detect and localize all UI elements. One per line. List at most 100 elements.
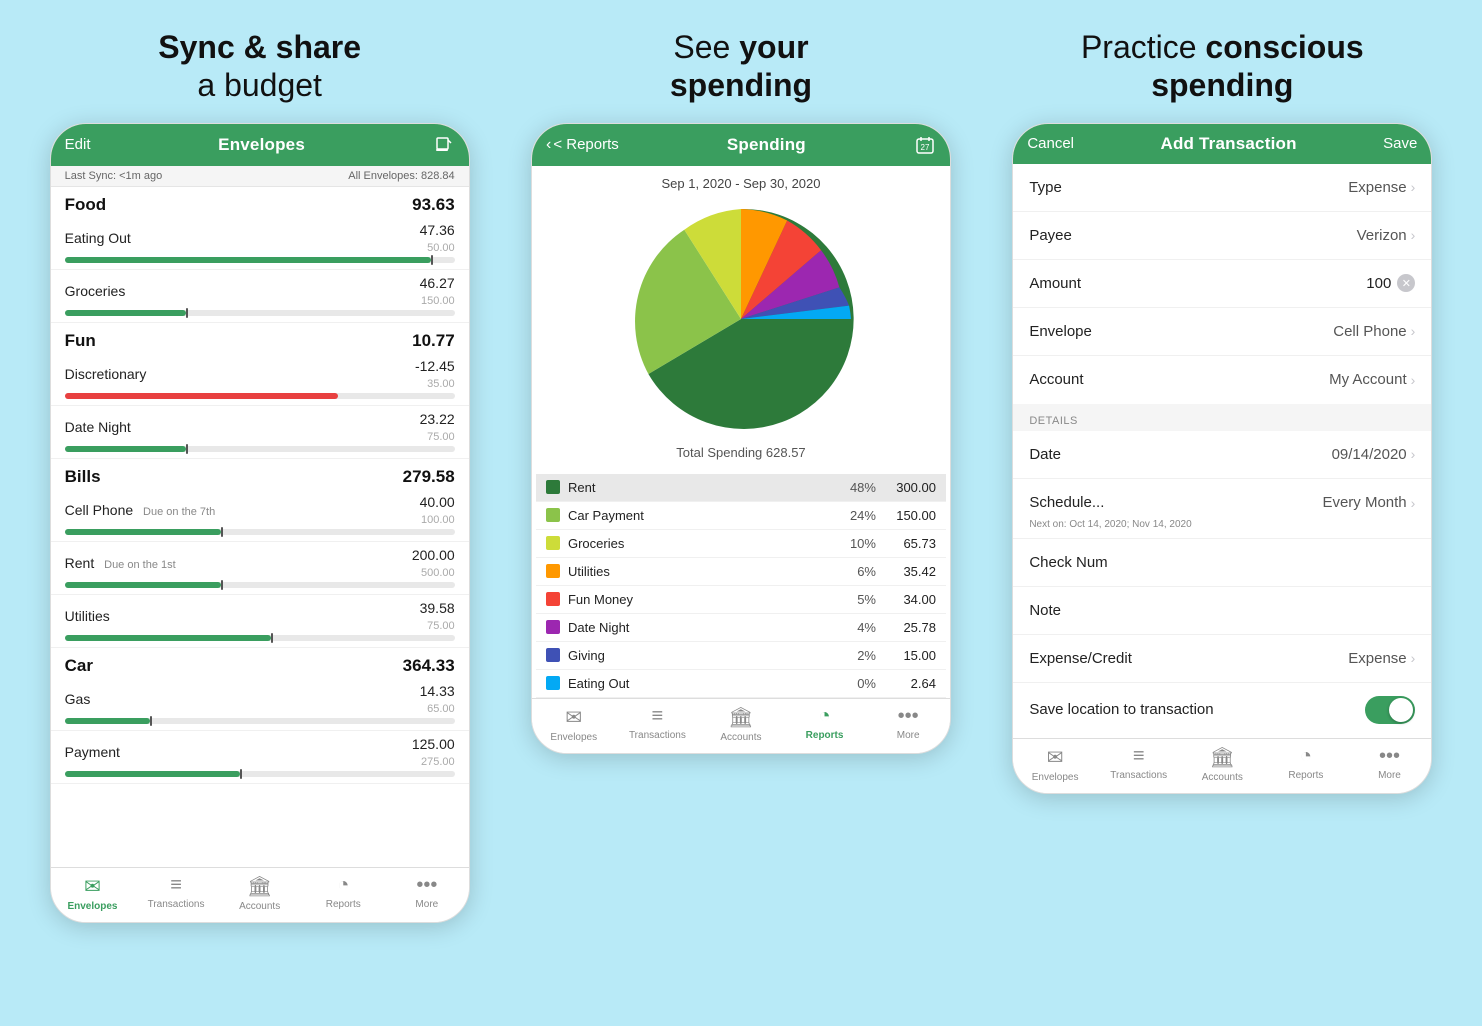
swatch-rent bbox=[546, 480, 560, 494]
sync-left: Last Sync: <1m ago bbox=[65, 170, 163, 182]
chevron-icon: › bbox=[1411, 650, 1416, 666]
tab-transactions[interactable]: ≡ Transactions bbox=[146, 874, 206, 912]
list-item[interactable]: Payment 125.00275.00 bbox=[51, 731, 469, 784]
progress-fill bbox=[65, 310, 186, 316]
spending-row[interactable]: Groceries 10% 65.73 bbox=[536, 530, 946, 558]
list-item[interactable]: Utilities 39.5875.00 bbox=[51, 595, 469, 648]
group-car: Car 364.33 bbox=[51, 648, 469, 678]
chevron-icon: › bbox=[1411, 495, 1416, 511]
spending-pct: 4% bbox=[836, 620, 876, 635]
spending-row[interactable]: Utilities 6% 35.42 bbox=[536, 558, 946, 586]
edit-icon[interactable] bbox=[433, 134, 455, 156]
form-row-envelope[interactable]: Envelope Cell Phone › bbox=[1013, 308, 1431, 356]
tab-accounts[interactable]: 🏛 Accounts bbox=[1192, 745, 1252, 783]
panel1-title: Sync & sharea budget bbox=[148, 28, 371, 105]
tab-envelopes-label: Envelopes bbox=[67, 901, 117, 912]
date-label: Date bbox=[1029, 446, 1061, 463]
progress-marker bbox=[186, 308, 188, 318]
form-row-type[interactable]: Type Expense › bbox=[1013, 164, 1431, 212]
spending-row[interactable]: Car Payment 24% 150.00 bbox=[536, 502, 946, 530]
tab-more[interactable]: ••• More bbox=[397, 874, 457, 912]
list-item[interactable]: Groceries 46.27150.00 bbox=[51, 270, 469, 323]
payee-text: Verizon bbox=[1357, 227, 1407, 244]
progress-track bbox=[65, 529, 455, 535]
envelope-text: Cell Phone bbox=[1333, 323, 1406, 340]
form-row-account[interactable]: Account My Account › bbox=[1013, 356, 1431, 404]
list-item[interactable]: Discretionary -12.4535.00 bbox=[51, 353, 469, 406]
cancel-button[interactable]: Cancel bbox=[1027, 135, 1074, 152]
save-button[interactable]: Save bbox=[1383, 135, 1417, 152]
progress-track bbox=[65, 393, 455, 399]
form-row-note[interactable]: Note bbox=[1013, 587, 1431, 635]
tab-transactions[interactable]: ≡ Transactions bbox=[1109, 745, 1169, 783]
chevron-icon: › bbox=[1411, 323, 1416, 339]
form-row-expense-credit[interactable]: Expense/Credit Expense › bbox=[1013, 635, 1431, 683]
spending-row[interactable]: Rent 48% 300.00 bbox=[536, 474, 946, 502]
list-item[interactable]: Eating Out 47.3650.00 bbox=[51, 217, 469, 270]
tab-envelopes[interactable]: ✉ Envelopes bbox=[1025, 745, 1085, 783]
form-body: Type Expense › Payee Verizon › Amount bbox=[1013, 164, 1431, 737]
progress-marker bbox=[150, 716, 152, 726]
tab-envelopes[interactable]: ✉ Envelopes bbox=[62, 874, 122, 912]
form-row-checknum[interactable]: Check Num bbox=[1013, 539, 1431, 587]
group-car-label: Car bbox=[65, 656, 93, 676]
form-row-amount[interactable]: Amount 100 ✕ bbox=[1013, 260, 1431, 308]
account-text: My Account bbox=[1329, 371, 1407, 388]
form-row-save-location[interactable]: Save location to transaction bbox=[1013, 683, 1431, 737]
swatch-datenight bbox=[546, 620, 560, 634]
tab-more[interactable]: ••• More bbox=[1359, 745, 1419, 783]
item-name: Cell Phone Due on the 7th bbox=[65, 502, 216, 518]
progress-track bbox=[65, 718, 455, 724]
progress-track bbox=[65, 310, 455, 316]
spending-row[interactable]: Fun Money 5% 34.00 bbox=[536, 586, 946, 614]
tab-accounts[interactable]: 🏛 Accounts bbox=[230, 874, 290, 912]
progress-marker bbox=[240, 769, 242, 779]
spending-table: Rent 48% 300.00 Car Payment 24% 150.00 G… bbox=[532, 474, 950, 698]
tab-reports[interactable]: ◔ Reports bbox=[313, 874, 373, 912]
group-car-total: 364.33 bbox=[403, 656, 455, 676]
form-row-date[interactable]: Date 09/14/2020 › bbox=[1013, 431, 1431, 479]
clear-amount-button[interactable]: ✕ bbox=[1397, 274, 1415, 292]
tab-more[interactable]: ••• More bbox=[878, 705, 938, 743]
item-amount: 40.00100.00 bbox=[420, 494, 455, 526]
panel-sync-share: Sync & sharea budget Edit Envelopes Last… bbox=[28, 28, 491, 923]
envelope-list[interactable]: Food 93.63 Eating Out 47.3650.00 Groceri… bbox=[51, 187, 469, 867]
list-item[interactable]: Rent Due on the 1st 200.00500.00 bbox=[51, 542, 469, 595]
back-reports-button[interactable]: ‹ < Reports bbox=[546, 136, 619, 154]
spending-row[interactable]: Date Night 4% 25.78 bbox=[536, 614, 946, 642]
progress-track bbox=[65, 771, 455, 777]
back-reports-label: < Reports bbox=[553, 136, 618, 153]
list-item[interactable]: Date Night 23.2275.00 bbox=[51, 406, 469, 459]
tab-envelopes[interactable]: ✉ Envelopes bbox=[544, 705, 604, 743]
edit-button[interactable]: Edit bbox=[65, 136, 91, 153]
amount-input[interactable]: 100 ✕ bbox=[1366, 274, 1415, 292]
tab-transactions[interactable]: ≡ Transactions bbox=[627, 705, 687, 743]
form-row-payee[interactable]: Payee Verizon › bbox=[1013, 212, 1431, 260]
tab-reports[interactable]: ◔ Reports bbox=[1276, 745, 1336, 783]
spending-name: Utilities bbox=[568, 564, 836, 579]
progress-fill bbox=[65, 529, 221, 535]
tab-accounts[interactable]: 🏛 Accounts bbox=[711, 705, 771, 743]
reports-icon: ◔ bbox=[1300, 745, 1312, 768]
location-toggle[interactable] bbox=[1365, 696, 1415, 724]
account-label: Account bbox=[1029, 371, 1083, 388]
schedule-value: Every Month › bbox=[1322, 494, 1415, 511]
spending-row[interactable]: Eating Out 0% 2.64 bbox=[536, 670, 946, 698]
note-label: Note bbox=[1029, 602, 1061, 619]
schedule-sub: Next on: Oct 14, 2020; Nov 14, 2020 bbox=[1013, 519, 1431, 538]
tab-envelopes-label: Envelopes bbox=[1032, 772, 1079, 783]
progress-fill bbox=[65, 718, 151, 724]
total-spending: Total Spending 628.57 bbox=[676, 445, 805, 460]
tab-reports[interactable]: ◔ Reports bbox=[795, 705, 855, 743]
list-item[interactable]: Gas 14.3365.00 bbox=[51, 678, 469, 731]
item-amount: 39.5875.00 bbox=[420, 600, 455, 632]
list-item[interactable]: Cell Phone Due on the 7th 40.00100.00 bbox=[51, 489, 469, 542]
spending-row[interactable]: Giving 2% 15.00 bbox=[536, 642, 946, 670]
tab-transactions-label: Transactions bbox=[148, 899, 205, 910]
panel-spending: See yourspending ‹ < Reports Spending 27… bbox=[509, 28, 972, 754]
account-value: My Account › bbox=[1329, 371, 1415, 388]
calendar-icon[interactable]: 27 bbox=[914, 134, 936, 156]
main-form-section: Type Expense › Payee Verizon › Amount bbox=[1013, 164, 1431, 404]
accounts-icon: 🏛 bbox=[728, 705, 753, 730]
progress-marker bbox=[271, 633, 273, 643]
